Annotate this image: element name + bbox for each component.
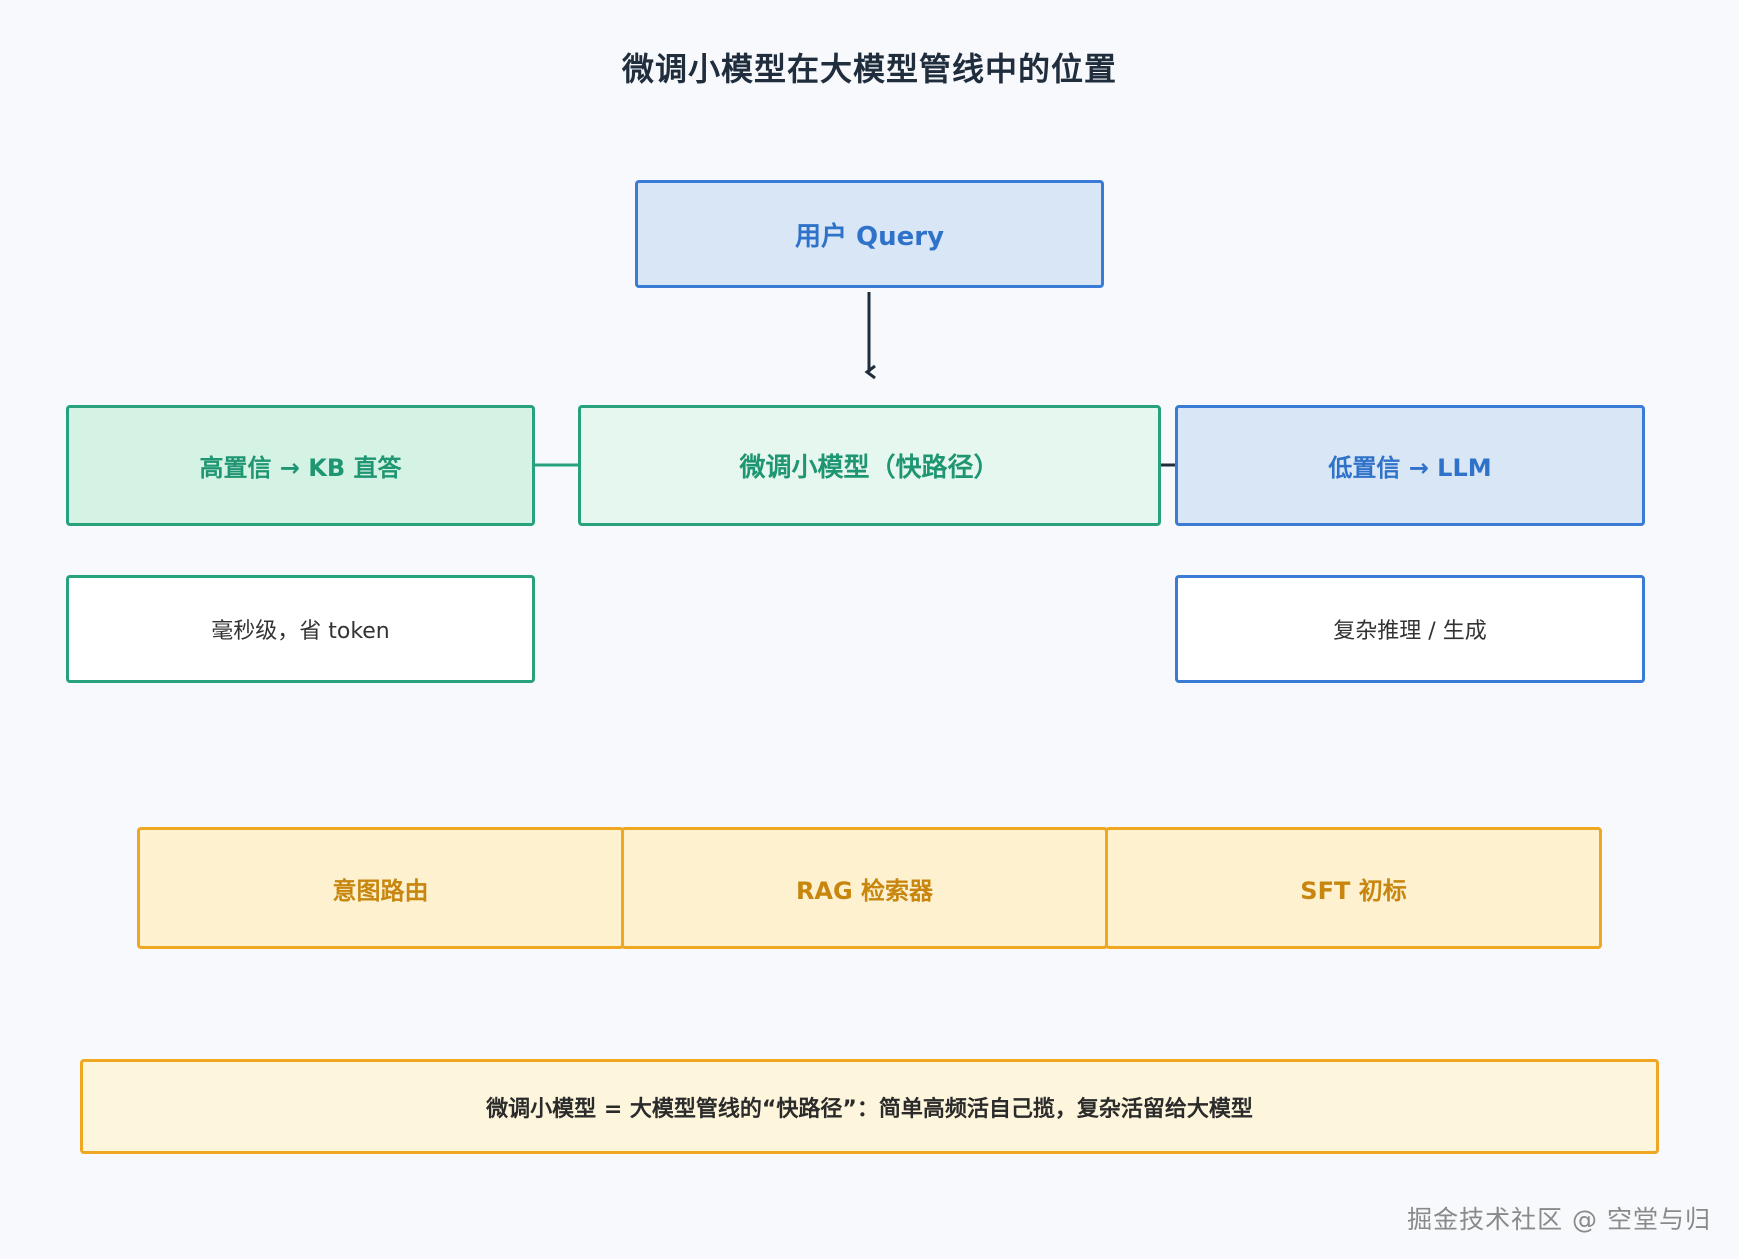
use-case-label: SFT 初标 (1300, 876, 1407, 905)
small-model-node: 微调小模型（快路径） (578, 405, 1161, 526)
use-case-rag-retriever: RAG 检索器 (621, 827, 1108, 949)
user-query-label: 用户 Query (794, 221, 945, 252)
small-model-label: 微调小模型（快路径） (739, 453, 1000, 483)
high-confidence-note-text: 毫秒级，省 token (211, 619, 390, 644)
high-confidence-node: 高置信 → KB 直答 (66, 405, 535, 526)
use-case-label: 意图路由 (332, 876, 429, 905)
low-confidence-note-text: 复杂推理 / 生成 (1333, 619, 1487, 644)
summary-text: 微调小模型 = 大模型管线的“快路径”：简单高频活自己揽，复杂活留给大模型 (486, 1096, 1253, 1122)
use-case-sft-labeling: SFT 初标 (1105, 827, 1602, 949)
use-case-label: RAG 检索器 (795, 876, 934, 905)
high-confidence-note: 毫秒级，省 token (66, 575, 535, 683)
use-case-intent-routing: 意图路由 (137, 827, 624, 949)
user-query-node: 用户 Query (635, 180, 1104, 288)
low-confidence-note: 复杂推理 / 生成 (1175, 575, 1645, 683)
summary-banner: 微调小模型 = 大模型管线的“快路径”：简单高频活自己揽，复杂活留给大模型 (80, 1059, 1659, 1154)
high-confidence-label: 高置信 → KB 直答 (199, 454, 402, 482)
low-confidence-label: 低置信 → LLM (1328, 454, 1492, 482)
watermark: 掘金技术社区 @ 空堂与归 (1407, 1205, 1711, 1234)
low-confidence-node: 低置信 → LLM (1175, 405, 1645, 526)
